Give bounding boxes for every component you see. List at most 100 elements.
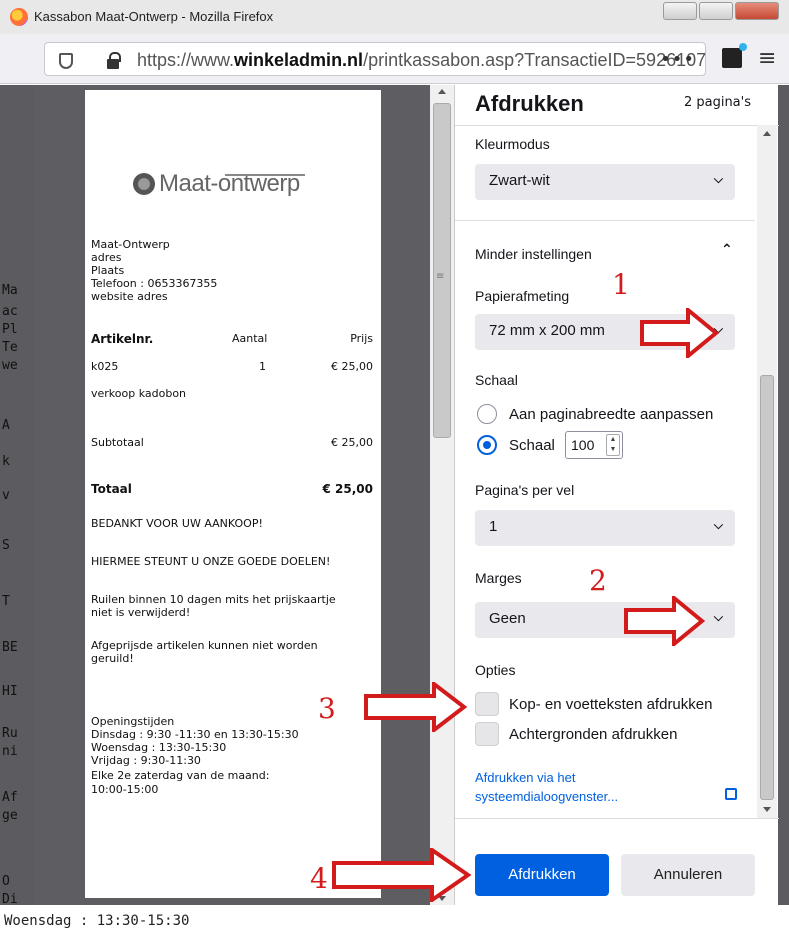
scale-custom-label[interactable]: Schaal — [509, 437, 555, 454]
system-dialog-text-2: systeemdialoogvenster... — [475, 789, 619, 804]
margins-label: Marges — [475, 570, 522, 586]
maximize-button[interactable] — [699, 2, 733, 20]
backgrounds-label[interactable]: Achtergronden afdrukken — [509, 726, 677, 743]
receipt-discount-2: geruild! — [91, 652, 134, 665]
color-mode-value: Zwart-wit — [489, 172, 550, 189]
divider — [455, 220, 755, 221]
spin-stepper-icon[interactable]: ▲ ▼ — [606, 434, 620, 456]
page-actions-menu-icon[interactable]: ••• — [660, 49, 695, 70]
color-mode-label: Kleurmodus — [475, 136, 550, 152]
headers-footers-label[interactable]: Kop- en voetteksten afdrukken — [509, 696, 712, 713]
lock-icon[interactable] — [107, 52, 121, 69]
hamburger-menu-icon[interactable]: ≡ — [758, 46, 776, 71]
window-title: Kassabon Maat-Ontwerp - Mozilla Firefox — [34, 9, 274, 24]
headers-footers-checkbox[interactable] — [475, 692, 499, 716]
chevron-down-icon: ⌵ — [713, 610, 723, 624]
url-domain: winkeladmin.nl — [234, 50, 364, 70]
receipt-item-price: € 25,00 — [331, 360, 373, 373]
panel-header: Afdrukken 2 pagina's — [455, 85, 779, 125]
color-mode-select[interactable]: Zwart-wit ⌵ — [475, 164, 735, 200]
receipt-item-qty: 1 — [259, 360, 266, 373]
paper-size-label: Papierafmeting — [475, 288, 570, 304]
preview-scrollbar[interactable]: ≡ — [430, 85, 454, 905]
firefox-logo-icon — [10, 8, 28, 26]
receipt-discount-1: Afgeprijsde artikelen kunnen niet worden — [91, 639, 318, 652]
receipt-hours-4: Elke 2e zaterdag van de maand: — [91, 769, 270, 782]
navigation-toolbar: https://www.winkeladmin.nl/printkassabon… — [0, 34, 789, 84]
tracking-shield-icon[interactable] — [59, 53, 73, 69]
system-dialog-text-1: Afdrukken via het — [475, 770, 576, 785]
background-text-fragment: ac — [2, 304, 18, 319]
scale-label: Schaal — [475, 372, 518, 388]
receipt-header-qty: Aantal — [232, 332, 268, 345]
less-settings-toggle[interactable]: Minder instellingen — [475, 246, 592, 262]
background-page-bottom: Woensdag : 13:30-15:30 — [0, 905, 789, 937]
annotation-arrow-3 — [364, 682, 468, 732]
background-text-fragment: BE — [2, 640, 18, 655]
scale-value: 100 — [571, 437, 595, 453]
receipt-header-article: Artikelnr. — [91, 332, 154, 346]
settings-scroll-area: Kleurmodus Zwart-wit ⌵ Minder instelling… — [455, 125, 779, 818]
backgrounds-checkbox[interactable] — [475, 722, 499, 746]
background-text-fragment: k — [2, 454, 10, 469]
scale-fit-radio[interactable] — [477, 404, 497, 424]
margins-value: Geen — [489, 610, 526, 627]
scale-fit-label[interactable]: Aan paginabreedte aanpassen — [509, 406, 713, 423]
chevron-down-icon: ⌵ — [713, 518, 723, 532]
logo-decoration-line — [225, 174, 305, 176]
print-button[interactable]: Afdrukken — [475, 854, 609, 896]
panel-scrollbar[interactable] — [757, 125, 777, 818]
minimize-button[interactable] — [663, 2, 697, 20]
receipt-hours-1: Dinsdag : 9:30 -11:30 en 13:30-15:30 — [91, 728, 299, 741]
url-text[interactable]: https://www.winkeladmin.nl/printkassabon… — [137, 50, 706, 71]
background-text-fragment: ge — [2, 808, 18, 823]
receipt-item-article: k025 — [91, 360, 119, 373]
receipt-return-1: Ruilen binnen 10 dagen mits het prijskaa… — [91, 593, 336, 606]
receipt-hours-2: Woensdag : 13:30-15:30 — [91, 741, 227, 754]
receipt-header-price: Prijs — [350, 332, 373, 345]
background-text-fragment: we — [2, 358, 18, 373]
whats-new-gift-icon[interactable] — [722, 43, 747, 68]
receipt-hours-5: 10:00-15:00 — [91, 783, 159, 796]
scale-input[interactable]: 100 ▲ ▼ — [565, 431, 623, 459]
page-count: 2 pagina's — [683, 95, 751, 110]
panel-scroll-thumb[interactable] — [760, 375, 774, 800]
panel-title: Afdrukken — [475, 91, 584, 116]
cancel-button[interactable]: Annuleren — [621, 854, 755, 896]
background-text-fragment: v — [2, 488, 10, 503]
scroll-up-arrow-icon[interactable] — [438, 89, 446, 94]
close-window-button[interactable] — [735, 2, 779, 20]
background-text-fragment: T — [2, 594, 10, 609]
panel-footer: Afdrukken Annuleren — [455, 818, 779, 905]
annotation-number-2: 2 — [589, 564, 607, 597]
receipt-address-1: Maat-Ontwerp — [91, 238, 170, 251]
annotation-arrow-4 — [332, 848, 472, 902]
chevron-down-icon: ⌵ — [713, 172, 723, 186]
receipt-thanks: BEDANKT VOOR UW AANKOOP! — [91, 517, 263, 530]
receipt-hours-3: Vrijdag : 9:30-11:30 — [91, 754, 201, 767]
paper-size-value: 72 mm x 200 mm — [489, 322, 605, 339]
external-link-icon[interactable] — [725, 788, 737, 800]
receipt-charity: HIERMEE STEUNT U ONZE GOEDE DOELEN! — [91, 555, 331, 568]
window-titlebar: Kassabon Maat-Ontwerp - Mozilla Firefox — [0, 0, 789, 34]
scroll-down-arrow-icon[interactable] — [763, 807, 771, 812]
window-controls — [663, 2, 779, 20]
url-bar[interactable]: https://www.winkeladmin.nl/printkassabon… — [44, 42, 706, 76]
receipt-return-2: niet is verwijderd! — [91, 606, 191, 619]
pages-per-sheet-select[interactable]: 1 ⌵ — [475, 510, 735, 546]
scale-custom-radio[interactable] — [477, 435, 497, 455]
url-prefix: https://www. — [137, 50, 235, 70]
annotation-arrow-1 — [640, 308, 720, 358]
receipt-address-2: adres — [91, 251, 122, 264]
chevron-up-icon[interactable]: ⌃ — [721, 242, 733, 258]
pages-per-sheet-label: Pagina's per vel — [475, 482, 575, 498]
system-dialog-link[interactable]: Afdrukken via het systeemdialoogvenster.… — [475, 768, 618, 806]
background-text-fragment: ni — [2, 744, 18, 759]
receipt-address-3: Plaats — [91, 264, 125, 277]
background-text-fragment: Ma — [2, 283, 18, 298]
print-preview: Maat-ontwerp Maat-Ontwerp adres Plaats T… — [34, 85, 454, 905]
scroll-up-arrow-icon[interactable] — [763, 131, 771, 136]
receipt-total-label: Totaal — [91, 482, 132, 496]
print-settings-panel: Afdrukken 2 pagina's Kleurmodus Zwart-wi… — [454, 85, 779, 905]
background-text-fragment: Te — [2, 340, 18, 355]
